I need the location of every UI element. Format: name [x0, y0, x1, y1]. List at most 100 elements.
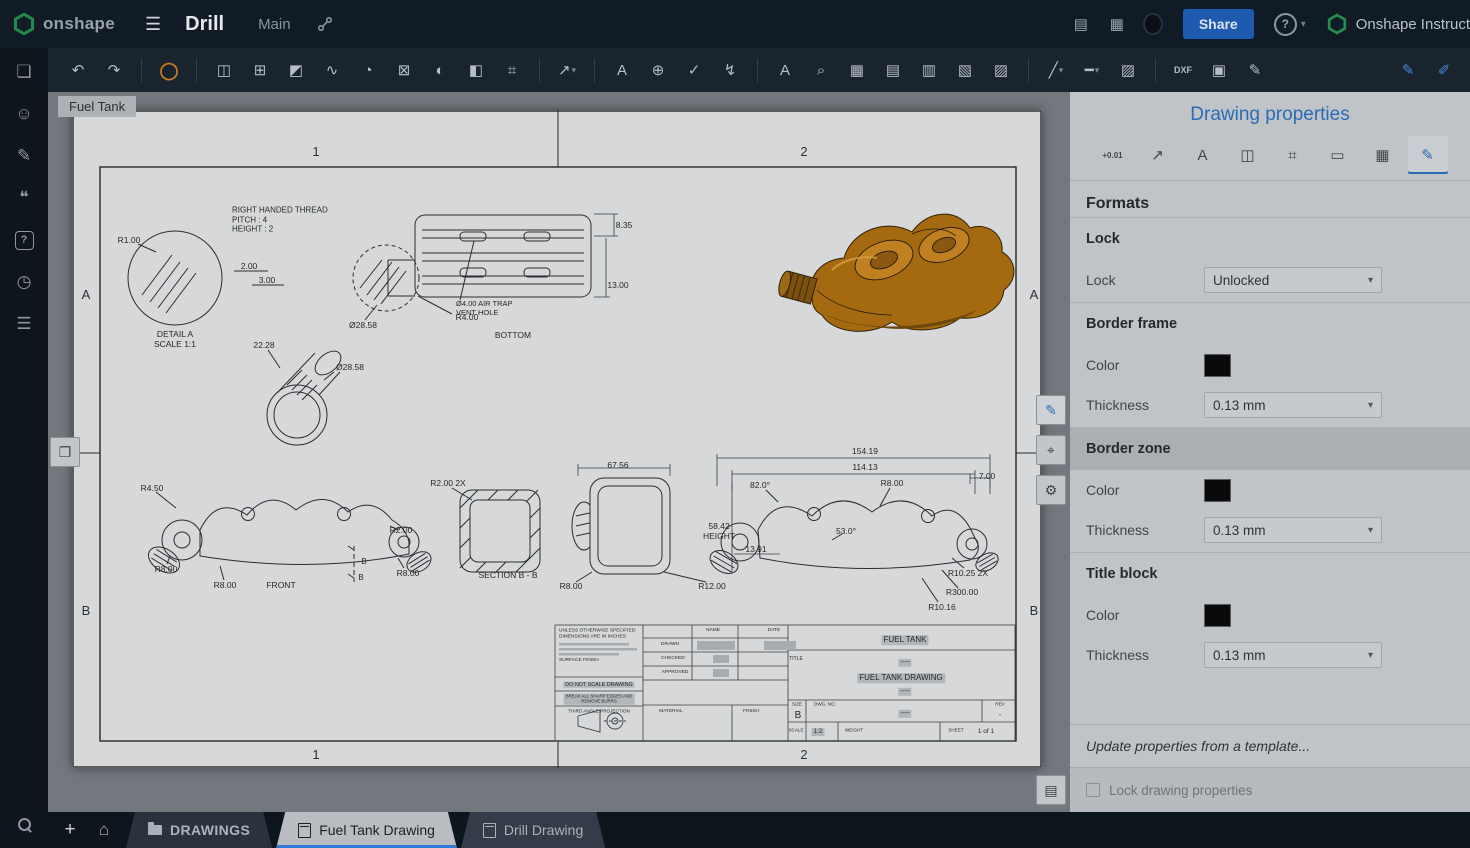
- drawing-annotation: DRAWN: [661, 642, 679, 648]
- lock-drawing-properties-checkbox[interactable]: [1086, 783, 1100, 797]
- find-annotation-icon: ⌕: [817, 63, 825, 78]
- title-block-color-row: Color: [1070, 595, 1470, 635]
- border-zone-thickness-select[interactable]: 0.13 mm: [1204, 517, 1382, 543]
- export-dxf-button[interactable]: DXF: [1168, 55, 1198, 85]
- onshape-logo-icon[interactable]: [12, 12, 36, 36]
- drawing-annotation: R8.00: [560, 581, 583, 591]
- border-frame-thickness-select[interactable]: 0.13 mm: [1204, 392, 1382, 418]
- arrows-tab[interactable]: ↗: [1138, 136, 1178, 174]
- tasks-icon: ❏: [16, 62, 31, 82]
- revision-table-button[interactable]: ▧: [950, 55, 980, 85]
- tasks-panel-button[interactable]: ❏: [8, 56, 40, 88]
- border-frame-color-row: Color: [1070, 345, 1470, 385]
- redo-button[interactable]: ↷: [99, 55, 129, 85]
- dimension-button[interactable]: ↗▾: [552, 55, 582, 85]
- zone-label: 1: [312, 144, 319, 160]
- drawing-properties-button[interactable]: ✎: [1393, 55, 1423, 85]
- precision-tab[interactable]: +0.01: [1093, 136, 1133, 174]
- auxiliary-view-button[interactable]: ◩: [281, 55, 311, 85]
- cutlist-table-button[interactable]: ▨: [986, 55, 1016, 85]
- insert-view-button[interactable]: ◫: [209, 55, 239, 85]
- update-views-button[interactable]: ◯: [154, 55, 184, 85]
- globe-button[interactable]: [1137, 8, 1169, 40]
- text-tab[interactable]: A: [1183, 136, 1223, 174]
- markup-button[interactable]: ✎: [8, 140, 40, 172]
- lock-select[interactable]: Unlocked: [1204, 267, 1382, 293]
- drawing-annotation: ----: [898, 710, 911, 718]
- tables-tab[interactable]: ▦: [1363, 136, 1403, 174]
- drawing-annotation: FUEL TANK DRAWING: [857, 673, 945, 683]
- line-style-button[interactable]: ╱▾: [1041, 55, 1071, 85]
- apps-icon: ▦: [1110, 15, 1124, 33]
- insert-image-button[interactable]: ▣: [1204, 55, 1234, 85]
- sheets-list-button[interactable]: ❐: [50, 437, 80, 467]
- notes-button[interactable]: ☰: [8, 308, 40, 340]
- history-button[interactable]: ◷: [8, 266, 40, 298]
- styles-tab[interactable]: ✎: [1408, 136, 1448, 174]
- border-frame-color-swatch[interactable]: [1204, 354, 1231, 377]
- brand-text: onshape: [43, 14, 115, 34]
- projected-view-button[interactable]: ⊞: [245, 55, 275, 85]
- break-out-view-button[interactable]: ◐: [425, 55, 455, 85]
- units-tab[interactable]: ⌗: [1273, 136, 1313, 174]
- drawing-sheet[interactable]: 1212ABABRIGHT HANDED THREAD PITCH : 4 HE…: [72, 110, 1042, 768]
- add-sheet-button[interactable]: +: [54, 812, 86, 848]
- weld-symbol-button[interactable]: ↯: [715, 55, 745, 85]
- hamburger-menu-icon[interactable]: ☰: [139, 13, 167, 36]
- find-annotation-button[interactable]: ⌕: [806, 55, 836, 85]
- hatch-button[interactable]: ▨: [1113, 55, 1143, 85]
- tasks-icon: ▤: [1074, 15, 1088, 33]
- note-button[interactable]: A: [607, 55, 637, 85]
- tab-drawings-folder[interactable]: DRAWINGS: [126, 812, 272, 848]
- title-block-thickness-select[interactable]: 0.13 mm: [1204, 642, 1382, 668]
- help-button[interactable]: ? ▾: [1268, 12, 1312, 37]
- drawing-canvas[interactable]: Fuel Tank: [48, 92, 1070, 812]
- share-button[interactable]: Share: [1183, 9, 1254, 39]
- title-block-color-swatch[interactable]: [1204, 604, 1231, 627]
- branch-selector[interactable]: Main: [252, 15, 297, 34]
- tasks-button[interactable]: ▤: [1065, 8, 1097, 40]
- drawing-annotation: B: [358, 573, 363, 583]
- bom-table-button[interactable]: ▥: [914, 55, 944, 85]
- undo-button[interactable]: ↶: [63, 55, 93, 85]
- gdt-button[interactable]: ⊕: [643, 55, 673, 85]
- inspection-button[interactable]: ✓: [679, 55, 709, 85]
- crop-view-icon: ⌗: [508, 63, 516, 78]
- drawing-annotation: R2.00 2X: [430, 478, 465, 488]
- help-parts-button[interactable]: ?: [8, 224, 40, 256]
- update-from-template-link[interactable]: Update properties from a template...: [1070, 724, 1470, 767]
- overlay-settings-button[interactable]: ⚙: [1036, 475, 1066, 505]
- user-add-button[interactable]: ☺: [8, 98, 40, 130]
- line-thickness-button[interactable]: ━▾: [1077, 55, 1107, 85]
- border-zone-color-row: Color: [1070, 470, 1470, 510]
- comments-button[interactable]: ❝: [8, 182, 40, 214]
- top-bar: onshape ☰ Drill Main ▤▦ Share ? ▾ Onshap…: [0, 0, 1470, 48]
- text-button[interactable]: A: [770, 55, 800, 85]
- border-zone-color-swatch[interactable]: [1204, 479, 1231, 502]
- section-view-button[interactable]: ∿: [317, 55, 347, 85]
- overlay-display-button[interactable]: ⌖: [1036, 435, 1066, 465]
- hole-table-button[interactable]: ▤: [878, 55, 908, 85]
- enterprise-account[interactable]: Onshape Instruct: [1326, 13, 1470, 35]
- home-button[interactable]: ⌂: [86, 812, 122, 848]
- apps-button[interactable]: ▦: [1101, 8, 1133, 40]
- broken-view-icon: ⊠: [398, 63, 411, 78]
- broken-view-button[interactable]: ⊠: [389, 55, 419, 85]
- sheet-stamp-button[interactable]: ▤: [1036, 775, 1066, 805]
- comment-icon: ❝: [19, 188, 28, 208]
- border-tab[interactable]: ▭: [1318, 136, 1358, 174]
- views-tab[interactable]: ◫: [1228, 136, 1268, 174]
- spline-button[interactable]: ✎: [1240, 55, 1270, 85]
- format-check-icon: ✎: [1421, 146, 1434, 164]
- overlay-edit-button[interactable]: ✎: [1036, 395, 1066, 425]
- crop-view-button[interactable]: ⌗: [497, 55, 527, 85]
- search-button[interactable]: [8, 808, 40, 840]
- lock-label: Lock: [1086, 272, 1204, 288]
- tab-drill-drawing[interactable]: Drill Drawing: [461, 812, 605, 848]
- version-link-icon[interactable]: [311, 15, 339, 33]
- tab-fuel-tank-drawing[interactable]: Fuel Tank Drawing: [276, 812, 457, 848]
- detail-view-button[interactable]: ◔: [353, 55, 383, 85]
- show-hidden-lines-button[interactable]: ◧: [461, 55, 491, 85]
- sheet-properties-button[interactable]: ✐: [1429, 55, 1459, 85]
- table-button[interactable]: ▦: [842, 55, 872, 85]
